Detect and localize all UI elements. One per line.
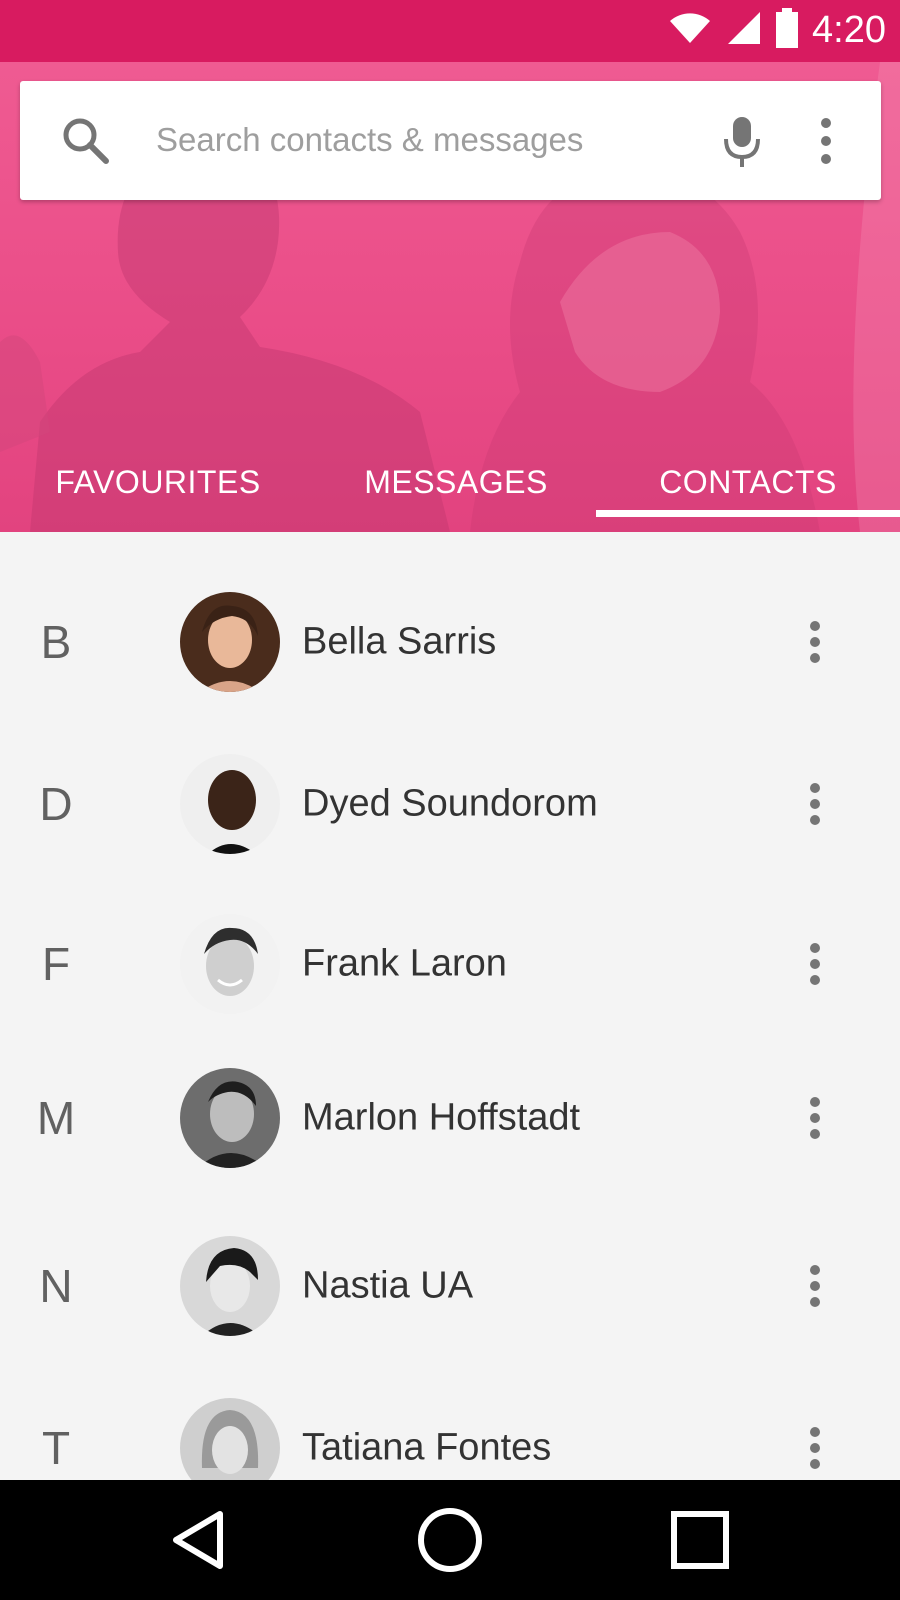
cell-signal-icon <box>726 10 762 51</box>
tab-label: MESSAGES <box>364 464 548 500</box>
contact-row[interactable]: N Nastia UA <box>0 1216 900 1356</box>
section-letter: B <box>40 616 72 668</box>
avatar[interactable] <box>180 592 280 692</box>
status-time: 4:20 <box>812 9 886 51</box>
contact-name: Dyed Soundorom <box>302 782 598 825</box>
contact-row[interactable]: F Frank Laron <box>0 894 900 1034</box>
more-vert-icon[interactable] <box>814 117 838 165</box>
search-input[interactable] <box>156 111 676 169</box>
contact-name: Marlon Hoffstadt <box>302 1096 581 1139</box>
tab-label: FAVOURITES <box>55 464 261 500</box>
contact-list: B Bella Sarris D Dyed Soundorom F Frank … <box>0 532 900 1480</box>
status-bar: 4:20 <box>0 0 900 62</box>
search-bar <box>20 81 881 200</box>
more-vert-icon[interactable] <box>800 940 830 988</box>
contact-row[interactable]: D Dyed Soundorom <box>0 734 900 874</box>
contact-name: Tatiana Fontes <box>302 1426 552 1469</box>
section-letter: T <box>41 1422 71 1474</box>
avatar[interactable] <box>180 1236 280 1336</box>
tab-messages[interactable]: MESSAGES <box>316 448 596 532</box>
more-vert-icon[interactable] <box>800 780 830 828</box>
status-icons: 4:20 <box>668 7 886 53</box>
back-icon[interactable] <box>158 1504 238 1576</box>
search-icon[interactable] <box>60 115 112 167</box>
mic-icon[interactable] <box>722 115 762 169</box>
tab-favourites[interactable]: FAVOURITES <box>0 448 316 532</box>
contact-row[interactable]: M Marlon Hoffstadt <box>0 1048 900 1188</box>
avatar[interactable] <box>180 1398 280 1480</box>
section-letter: F <box>41 938 71 990</box>
home-icon[interactable] <box>410 1504 490 1576</box>
section-letter: D <box>39 778 73 830</box>
more-vert-icon[interactable] <box>800 1094 830 1142</box>
more-vert-icon[interactable] <box>800 1262 830 1310</box>
tab-selected-indicator <box>596 510 900 517</box>
more-vert-icon[interactable] <box>800 618 830 666</box>
tab-contacts[interactable]: CONTACTS <box>596 448 900 532</box>
battery-icon <box>776 7 799 53</box>
avatar[interactable] <box>180 914 280 1014</box>
contact-row[interactable]: B Bella Sarris <box>0 572 900 712</box>
more-vert-icon[interactable] <box>800 1424 830 1472</box>
section-letter: N <box>39 1260 73 1312</box>
contact-name: Frank Laron <box>302 942 507 985</box>
contact-row[interactable]: T Tatiana Fontes <box>0 1378 900 1480</box>
header: FAVOURITES MESSAGES CONTACTS <box>0 62 900 532</box>
avatar[interactable] <box>180 754 280 854</box>
navigation-bar <box>0 1480 900 1600</box>
section-letter: M <box>36 1092 76 1144</box>
avatar[interactable] <box>180 1068 280 1168</box>
contact-name: Bella Sarris <box>302 620 497 663</box>
tab-label: CONTACTS <box>659 464 837 500</box>
wifi-icon <box>668 11 712 50</box>
tab-bar: FAVOURITES MESSAGES CONTACTS <box>0 448 900 532</box>
contact-name: Nastia UA <box>302 1264 474 1307</box>
recents-icon[interactable] <box>660 1504 740 1576</box>
